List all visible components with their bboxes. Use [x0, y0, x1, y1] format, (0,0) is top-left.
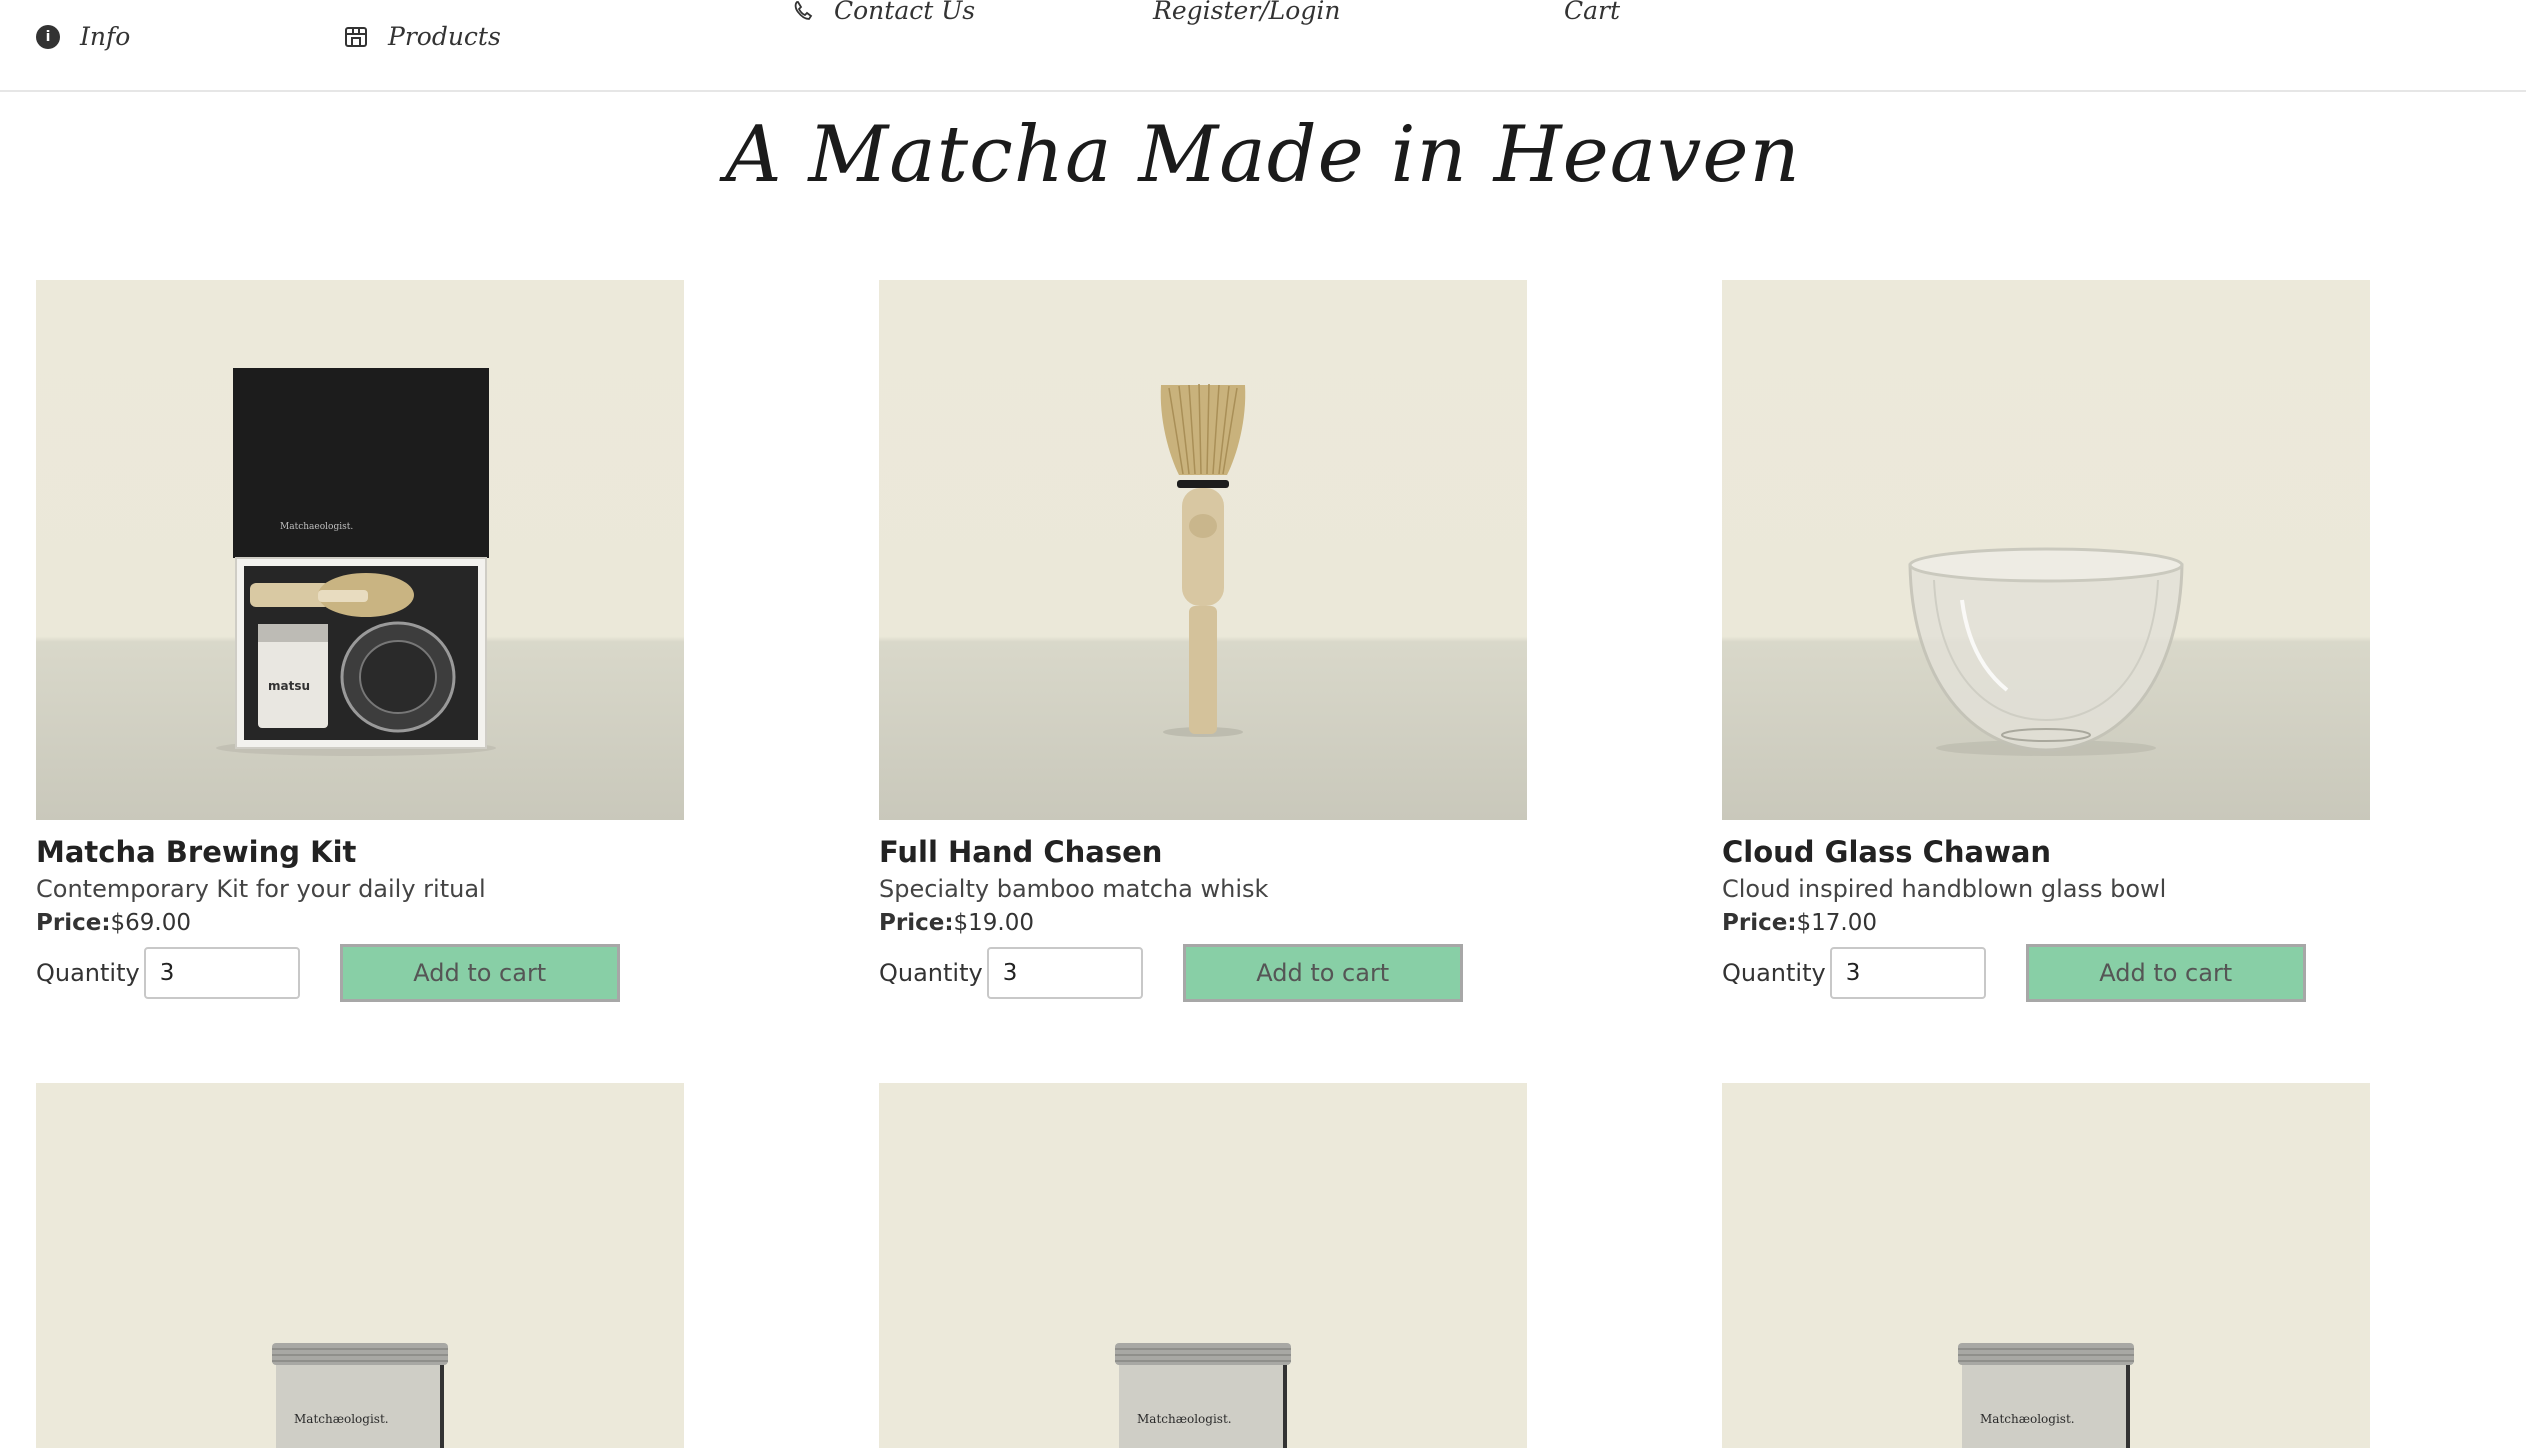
tin-text: matsu	[268, 679, 310, 693]
matcha-tin-image[interactable]: Matchæologist.	[879, 1083, 1527, 1448]
quantity-row: Quantity Add to cart	[1722, 944, 2370, 1002]
nav-register-label: Register/Login	[1153, 0, 1341, 25]
price-label: Price:	[1722, 910, 1797, 936]
tin-label: Matchæologist.	[294, 1412, 389, 1426]
add-to-cart-button[interactable]: Add to cart	[339, 944, 620, 1002]
nav-products-label: Products	[388, 22, 501, 51]
quantity-input[interactable]	[143, 947, 300, 999]
nav-cart-label: Cart	[1564, 0, 1621, 25]
add-to-cart-button[interactable]: Add to cart	[2025, 944, 2306, 1002]
product-name[interactable]: Full Hand Chasen	[879, 834, 1527, 870]
product-name[interactable]: Matcha Brewing Kit	[36, 834, 684, 870]
price-value: $17.00	[1796, 910, 1877, 936]
price-label: Price:	[36, 910, 111, 936]
matcha-tin-image[interactable]: Matchæologist.	[36, 1083, 684, 1448]
product-card: Matchaeologist. matsu Matcha Brewing Kit…	[36, 280, 684, 1002]
product-description: Specialty bamboo matcha whisk	[879, 875, 1269, 903]
quantity-row: Quantity Add to cart	[36, 944, 684, 1002]
nav-products-link[interactable]: Products	[344, 22, 501, 51]
product-card: Cloud Glass Chawan Cloud inspired handbl…	[1722, 280, 2370, 1002]
glass-bowl-image[interactable]	[1722, 280, 2370, 820]
add-to-cart-button[interactable]: Add to cart	[1182, 944, 1463, 1002]
top-navigation: i Info Products Contact Us Register/Logi…	[0, 0, 2526, 92]
price-label: Price:	[879, 910, 954, 936]
quantity-input[interactable]	[1829, 947, 1986, 999]
product-price: Price:$69.00	[36, 906, 684, 940]
price-value: $19.00	[953, 910, 1034, 936]
quantity-label: Quantity	[879, 959, 983, 987]
quantity-row: Quantity Add to cart	[879, 944, 1527, 1002]
matcha-tin-image[interactable]: Matchæologist.	[1722, 1083, 2370, 1448]
quantity-label: Quantity	[1722, 959, 1826, 987]
product-card: Full Hand Chasen Specialty bamboo matcha…	[879, 280, 1527, 1002]
product-price: Price:$17.00	[1722, 906, 2370, 940]
phone-icon	[792, 0, 814, 22]
product-description: Contemporary Kit for your daily ritual	[36, 875, 486, 903]
nav-cart-link[interactable]: Cart	[1564, 0, 1620, 25]
bamboo-whisk-image[interactable]	[879, 280, 1527, 820]
nav-info-label: Info	[80, 22, 131, 51]
quantity-label: Quantity	[36, 959, 140, 987]
product-description: Cloud inspired handblown glass bowl	[1722, 875, 2167, 903]
quantity-input[interactable]	[986, 947, 1143, 999]
info-icon: i	[36, 24, 60, 49]
nav-register-login-link[interactable]: Register/Login	[1153, 0, 1340, 25]
product-price: Price:$19.00	[879, 906, 1527, 940]
tin-label: Matchæologist.	[1980, 1412, 2075, 1426]
page-title: A Matcha Made in Heaven	[725, 110, 1801, 200]
product-name[interactable]: Cloud Glass Chawan	[1722, 834, 2370, 870]
kit-brand-text: Matchaeologist.	[280, 522, 353, 532]
nav-contact-link[interactable]: Contact Us	[792, 0, 975, 25]
store-icon	[344, 26, 368, 48]
price-value: $69.00	[110, 910, 191, 936]
nav-contact-label: Contact Us	[834, 0, 976, 25]
nav-info-link[interactable]: i Info	[36, 22, 130, 51]
tin-label: Matchæologist.	[1137, 1412, 1232, 1426]
brewing-kit-image[interactable]: Matchaeologist. matsu	[36, 280, 684, 820]
